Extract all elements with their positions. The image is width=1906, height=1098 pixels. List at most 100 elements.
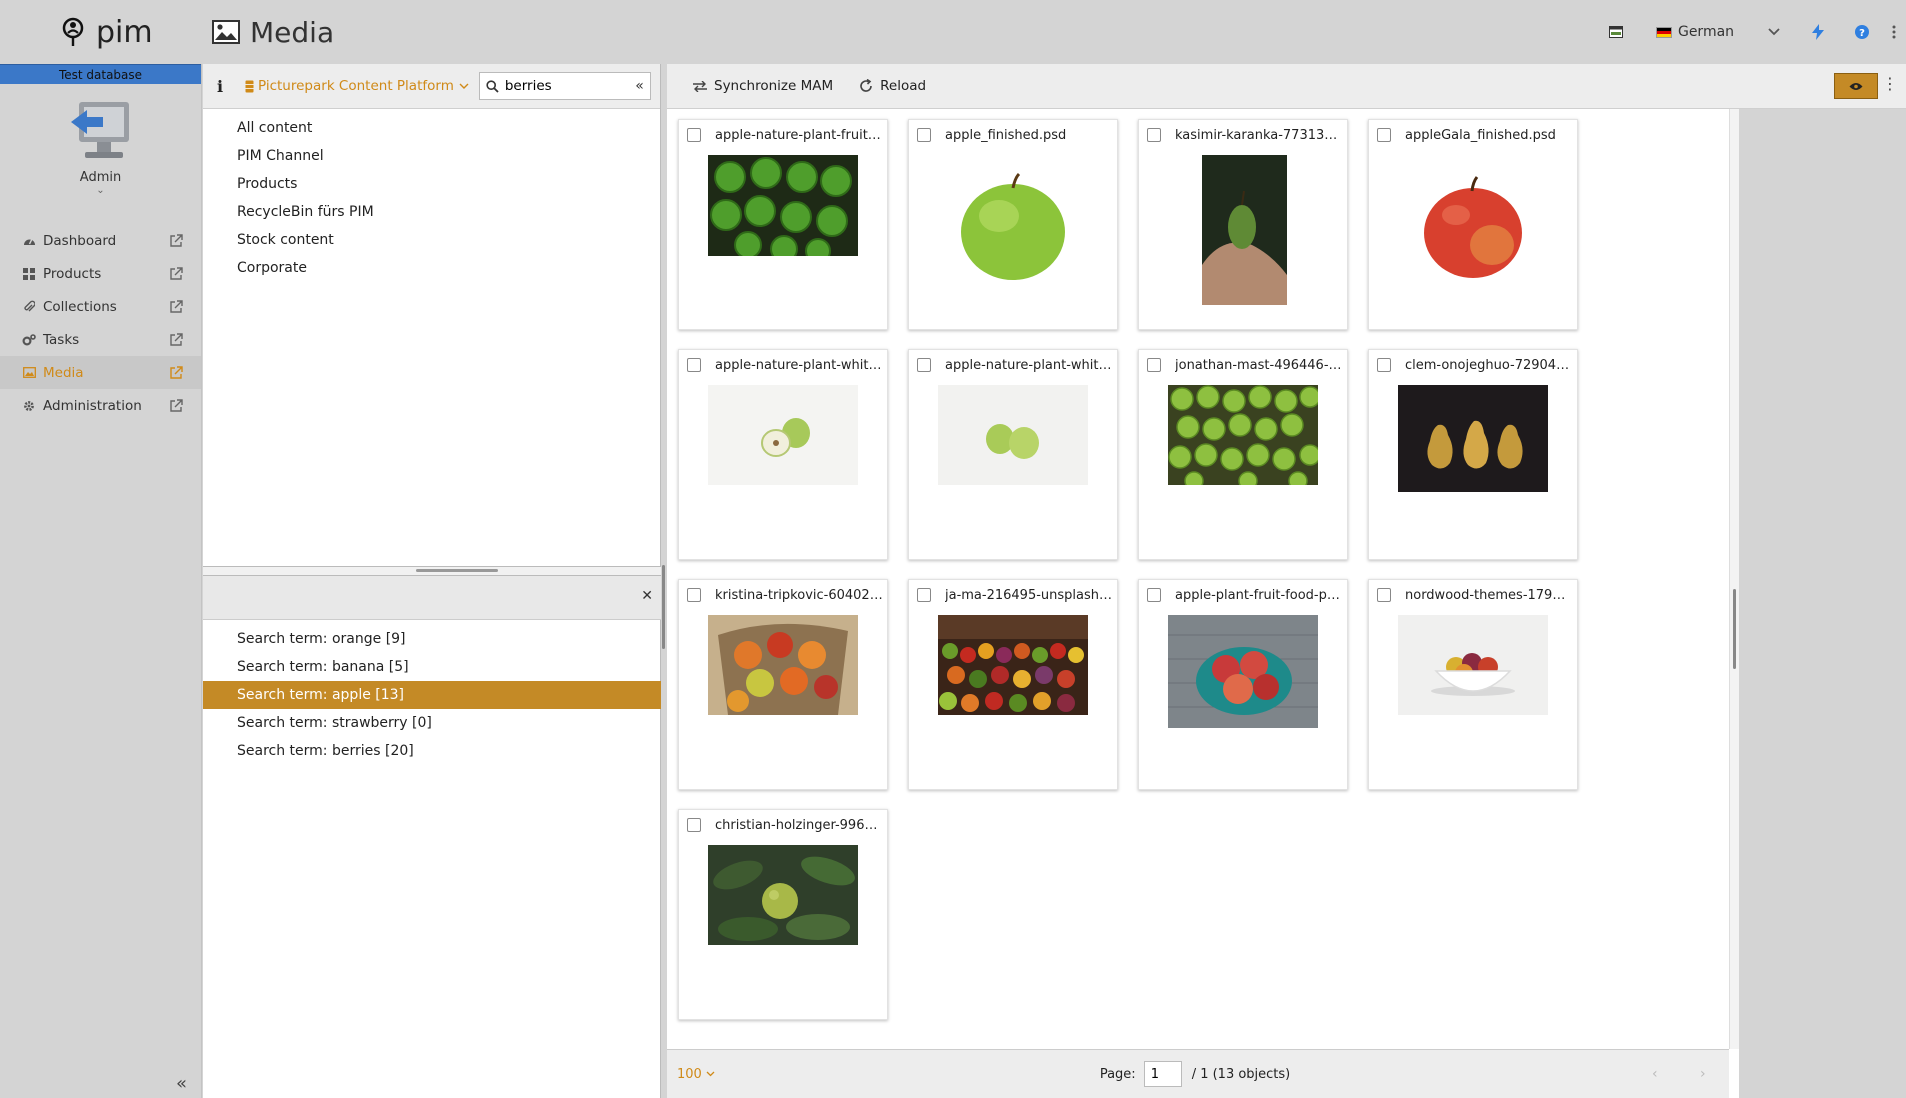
search-history-item-selected[interactable]: Search term: apple [13]: [203, 681, 661, 709]
media-tile[interactable]: kasimir-karanka-773133-...: [1138, 119, 1348, 330]
media-tile[interactable]: jonathan-mast-496446-u...: [1138, 349, 1348, 560]
platform-select[interactable]: Picturepark Content Platform: [245, 78, 469, 94]
external-link-icon[interactable]: [169, 233, 183, 248]
search-history-item[interactable]: Search term: berries [20]: [203, 737, 661, 765]
media-tile[interactable]: kristina-tripkovic-604027-...: [678, 579, 888, 790]
search-input[interactable]: [504, 78, 636, 94]
nav-item-dashboard[interactable]: Dashboard: [0, 224, 201, 257]
external-link-icon[interactable]: [169, 266, 183, 281]
tile-checkbox[interactable]: [1147, 588, 1161, 602]
media-tile[interactable]: apple-nature-plant-white-...: [908, 349, 1118, 560]
tile-filename: ja-ma-216495-unsplash.jpg: [945, 588, 1113, 603]
tile-thumbnail: [961, 172, 1065, 280]
tile-checkbox[interactable]: [917, 128, 931, 142]
media-tile[interactable]: apple-nature-plant-fruit-s...: [678, 119, 888, 330]
panel-splitter[interactable]: [203, 566, 661, 576]
tree-item[interactable]: Stock content: [203, 226, 660, 254]
tile-checkbox[interactable]: [1147, 358, 1161, 372]
nav-label-collections: Collections: [43, 298, 117, 315]
grid-scrollbar[interactable]: [1729, 109, 1739, 1049]
tile-checkbox[interactable]: [687, 128, 701, 142]
vertical-ellipsis-icon[interactable]: ⋮: [1882, 74, 1898, 93]
tile-thumbnail: [708, 845, 858, 945]
external-link-icon[interactable]: [169, 299, 183, 314]
user-block[interactable]: Admin ⌄: [0, 84, 201, 212]
tile-checkbox[interactable]: [687, 588, 701, 602]
media-tile[interactable]: clem-onojeghuo-72904-u...: [1368, 349, 1578, 560]
logo-text: pim: [96, 14, 153, 50]
splitter-grip[interactable]: [416, 569, 498, 572]
close-icon[interactable]: ✕: [641, 588, 653, 604]
tile-checkbox[interactable]: [1377, 588, 1391, 602]
eye-icon: [1849, 82, 1863, 90]
chevron-down-icon: [706, 1071, 715, 1077]
previous-page-icon[interactable]: ‹: [1652, 1066, 1658, 1082]
panel-resize-handle[interactable]: [662, 565, 665, 649]
media-tile[interactable]: christian-holzinger-99672...: [678, 809, 888, 1020]
grid-scrollbar-thumb[interactable]: [1733, 589, 1736, 669]
tile-checkbox[interactable]: [687, 358, 701, 372]
tile-checkbox[interactable]: [917, 588, 931, 602]
help-icon: ?: [1855, 25, 1869, 39]
chevron-down-icon: [1768, 28, 1780, 36]
tile-checkbox[interactable]: [1377, 128, 1391, 142]
search-history-item[interactable]: Search term: orange [9]: [203, 625, 661, 653]
nav-item-products[interactable]: Products: [0, 257, 201, 290]
nav-item-collections[interactable]: Collections: [0, 290, 201, 323]
synchronize-mam-button[interactable]: Synchronize MAM: [693, 78, 833, 94]
tree-item[interactable]: PIM Channel: [203, 142, 660, 170]
media-tile[interactable]: apple_finished.psd: [908, 119, 1118, 330]
nav-label-administration: Administration: [43, 397, 142, 414]
info-button[interactable]: i: [203, 77, 237, 96]
media-grid-toolbar: Synchronize MAM Reload ⋮: [667, 64, 1906, 109]
collapse-search-icon[interactable]: «: [635, 78, 644, 94]
app-logo[interactable]: pim: [60, 10, 200, 54]
user-menu-chevron-icon[interactable]: ⌄: [96, 185, 104, 196]
nav-item-media[interactable]: Media: [0, 356, 201, 389]
search-history-item[interactable]: Search term: banana [5]: [203, 653, 661, 681]
tile-checkbox[interactable]: [687, 818, 701, 832]
tile-checkbox[interactable]: [1147, 128, 1161, 142]
language-dropdown-toggle[interactable]: [1754, 0, 1794, 64]
tree-item[interactable]: Products: [203, 170, 660, 198]
media-tree-panel: i Picturepark Content Platform « All con…: [203, 64, 661, 1098]
media-grid-panel: Synchronize MAM Reload ⋮ apple-nature-pl…: [667, 64, 1906, 1098]
tree-item[interactable]: Corporate: [203, 254, 660, 282]
chevron-down-icon: [459, 83, 469, 89]
media-tile[interactable]: apple-nature-plant-white-...: [678, 349, 888, 560]
collapse-sidebar-icon[interactable]: «: [176, 1073, 187, 1094]
page-size-select[interactable]: 100: [677, 1067, 715, 1082]
gears-icon: [22, 333, 36, 346]
page-number-input[interactable]: [1143, 1061, 1182, 1087]
tile-checkbox[interactable]: [917, 358, 931, 372]
reload-icon: [860, 79, 872, 92]
tile-thumbnail: [1168, 385, 1318, 485]
tree-item[interactable]: All content: [203, 114, 660, 142]
window-icon[interactable]: [1596, 0, 1636, 64]
tree-item[interactable]: RecycleBin fürs PIM: [203, 198, 660, 226]
media-tile[interactable]: apple-plant-fruit-food-pr...: [1138, 579, 1348, 790]
media-tile[interactable]: appleGala_finished.psd: [1368, 119, 1578, 330]
help-button[interactable]: ?: [1842, 0, 1882, 64]
next-page-icon[interactable]: ›: [1700, 1066, 1706, 1082]
external-link-icon[interactable]: [169, 332, 183, 347]
external-link-icon[interactable]: [169, 398, 183, 413]
nav-item-tasks[interactable]: Tasks: [0, 323, 201, 356]
tile-checkbox[interactable]: [1377, 358, 1391, 372]
search-history-header: ✕: [203, 576, 661, 620]
external-link-icon[interactable]: [169, 365, 183, 380]
media-tile[interactable]: nordwood-themes-17924...: [1368, 579, 1578, 790]
platform-label: Picturepark Content Platform: [258, 78, 454, 94]
pim-logo-icon: [62, 17, 84, 46]
search-history-item[interactable]: Search term: strawberry [0]: [203, 709, 661, 737]
reload-button[interactable]: Reload: [859, 78, 926, 94]
media-tile[interactable]: ja-ma-216495-unsplash.jpg: [908, 579, 1118, 790]
more-menu-button[interactable]: [1882, 0, 1906, 64]
nav-item-administration[interactable]: Administration: [0, 389, 201, 422]
page-label: Page:: [1099, 1066, 1136, 1082]
search-icon: [486, 79, 499, 93]
language-select[interactable]: German: [1636, 0, 1754, 64]
grid-icon: [22, 267, 36, 280]
quick-actions-button[interactable]: [1794, 0, 1842, 64]
preview-toggle-button[interactable]: [1834, 73, 1878, 99]
